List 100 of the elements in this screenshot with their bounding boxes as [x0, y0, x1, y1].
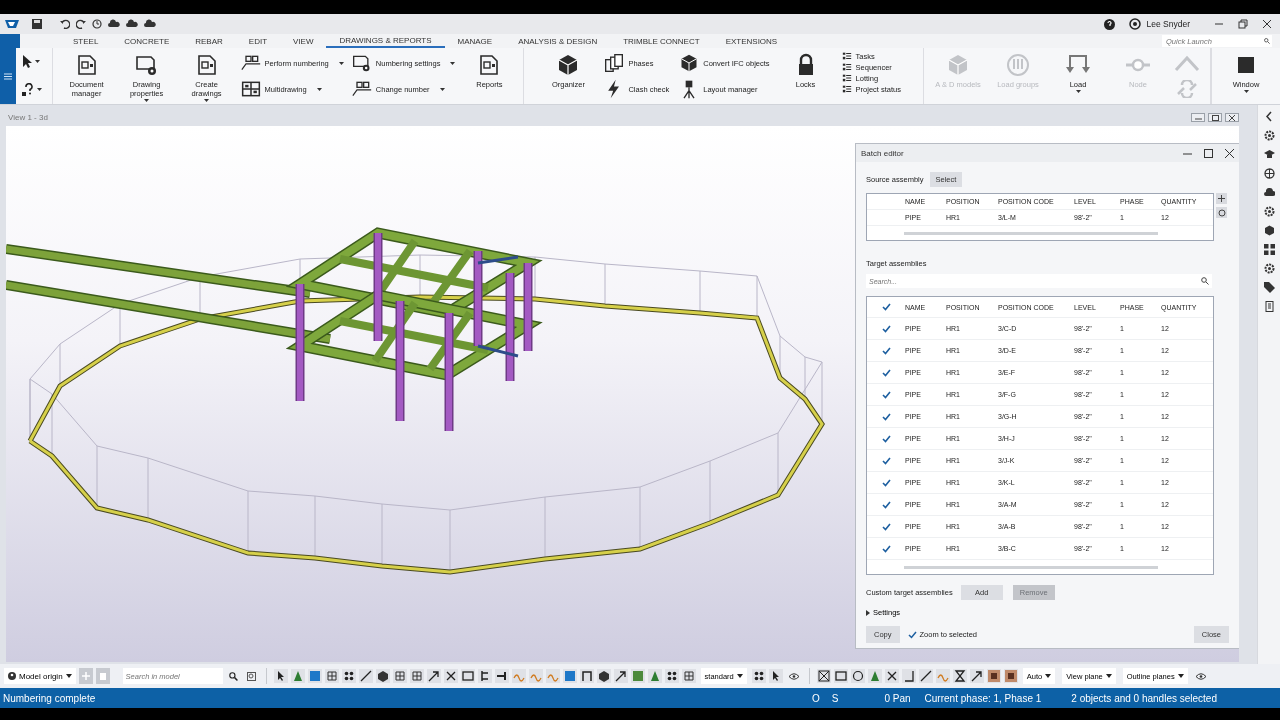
pointer-icon[interactable]: [273, 669, 288, 683]
document-gear-icon[interactable]: [134, 53, 159, 77]
cloud-icon[interactable]: [1263, 187, 1275, 198]
line-icon[interactable]: [358, 669, 373, 683]
hourglass-icon[interactable]: [952, 669, 967, 683]
checkbox[interactable]: [881, 412, 891, 421]
grid-icon[interactable]: [324, 669, 339, 683]
checkbox[interactable]: [881, 303, 891, 311]
refresh-button[interactable]: [1216, 207, 1227, 218]
caret-icon[interactable]: [338, 61, 344, 65]
wave-icon[interactable]: [528, 669, 543, 683]
close-button[interactable]: [1225, 113, 1239, 122]
origin-icon[interactable]: [8, 672, 16, 680]
bar-icon[interactable]: [494, 669, 509, 683]
cube-icon[interactable]: [1263, 225, 1275, 236]
checkbox[interactable]: [881, 346, 891, 355]
cube-icon[interactable]: [375, 669, 390, 683]
dots-icon[interactable]: [664, 669, 679, 683]
caret-icon[interactable]: [204, 99, 210, 102]
checkbox[interactable]: [881, 500, 891, 509]
close-icon[interactable]: [1262, 19, 1272, 29]
caret-icon[interactable]: [1045, 674, 1052, 678]
expand-arrow-icon[interactable]: [866, 609, 870, 616]
ribbon-tab[interactable]: VIEW: [280, 34, 327, 48]
caret-icon[interactable]: [736, 674, 743, 678]
maximize-icon[interactable]: [1204, 148, 1213, 158]
cap-icon[interactable]: [1263, 149, 1275, 160]
circle-icon[interactable]: [850, 669, 865, 683]
cross-icon[interactable]: [443, 669, 458, 683]
numbered-boxes-icon[interactable]: [351, 79, 372, 99]
checkbox[interactable]: [881, 390, 891, 399]
pointer-icon[interactable]: [768, 669, 783, 683]
arrow-icon[interactable]: [613, 669, 628, 683]
caret-icon[interactable]: [1243, 90, 1249, 93]
caret-icon[interactable]: [144, 99, 150, 102]
cloud-icon[interactable]: [108, 19, 120, 29]
redo-icon[interactable]: [76, 19, 86, 29]
doc-icon[interactable]: [1263, 301, 1275, 312]
wave-icon[interactable]: [545, 669, 560, 683]
arrow-icon[interactable]: [969, 669, 984, 683]
pages-icon[interactable]: [604, 53, 625, 73]
caret-icon[interactable]: [1105, 674, 1112, 678]
cube-icon[interactable]: [679, 53, 700, 73]
cloud-icon[interactable]: [126, 19, 138, 29]
gear-icon[interactable]: [1263, 263, 1275, 274]
caret-icon[interactable]: [1177, 674, 1184, 678]
list-icon[interactable]: [841, 62, 852, 72]
triangle-icon[interactable]: [290, 669, 305, 683]
globe-icon[interactable]: [1263, 168, 1275, 179]
ribbon-tab[interactable]: MANAGE: [444, 34, 506, 48]
ribbon-tab[interactable]: REBAR: [182, 34, 236, 48]
ribbon-tab[interactable]: ANALYSIS & DESIGN: [505, 34, 611, 48]
tag-icon[interactable]: [1263, 282, 1275, 293]
ribbon-tab[interactable]: CONCRETE: [111, 34, 183, 48]
caret-icon[interactable]: [439, 87, 445, 91]
checkbox[interactable]: [881, 544, 891, 553]
grid-icon[interactable]: [240, 79, 261, 99]
undo-icon[interactable]: [60, 19, 70, 29]
caret-icon[interactable]: [1075, 90, 1081, 93]
gear-icon[interactable]: [1263, 130, 1275, 141]
caret-icon[interactable]: [316, 87, 322, 91]
gear-icon[interactable]: [1263, 206, 1275, 217]
eye-icon[interactable]: [1195, 672, 1206, 680]
restore-icon[interactable]: [1211, 114, 1219, 121]
restore-button[interactable]: [1208, 113, 1222, 122]
caret-icon[interactable]: [37, 88, 43, 92]
square-icon[interactable]: [986, 669, 1001, 683]
rectangle-icon[interactable]: [460, 669, 475, 683]
grid-icon[interactable]: [409, 669, 424, 683]
triangle-icon[interactable]: [647, 669, 662, 683]
dots-icon[interactable]: [751, 669, 766, 683]
dots-icon[interactable]: [341, 669, 356, 683]
cloud-icon[interactable]: [144, 19, 156, 29]
search-icon[interactable]: [228, 671, 238, 681]
app-logo-icon[interactable]: [4, 18, 20, 30]
square-icon[interactable]: [1003, 669, 1018, 683]
user-avatar-icon[interactable]: [1128, 18, 1141, 30]
numbered-boxes-icon[interactable]: [240, 53, 261, 73]
scrollbar-thumb[interactable]: [904, 565, 1158, 569]
ribbon-tab[interactable]: EDIT: [235, 34, 281, 48]
ribbon-tab[interactable]: STEEL: [60, 34, 112, 48]
restore-icon[interactable]: [1238, 19, 1248, 29]
bracket-icon[interactable]: [477, 669, 492, 683]
list-icon[interactable]: [841, 84, 852, 94]
cube-icon[interactable]: [596, 669, 611, 683]
triangle-icon[interactable]: [867, 669, 882, 683]
pointer-icon[interactable]: [22, 55, 33, 69]
menu-icon[interactable]: [4, 72, 13, 80]
arrow-icon[interactable]: [426, 669, 441, 683]
chevron-icon[interactable]: [1263, 111, 1275, 122]
document-gear-icon[interactable]: [351, 53, 372, 73]
checkbox[interactable]: [881, 324, 891, 333]
history-icon[interactable]: [92, 19, 102, 29]
caret-icon[interactable]: [65, 674, 72, 678]
caret-icon[interactable]: [450, 61, 456, 65]
help-pointer-icon[interactable]: [22, 82, 35, 97]
corner-icon[interactable]: [901, 669, 916, 683]
cross-icon[interactable]: [884, 669, 899, 683]
list-icon[interactable]: [841, 51, 852, 61]
grid-icon[interactable]: [681, 669, 696, 683]
